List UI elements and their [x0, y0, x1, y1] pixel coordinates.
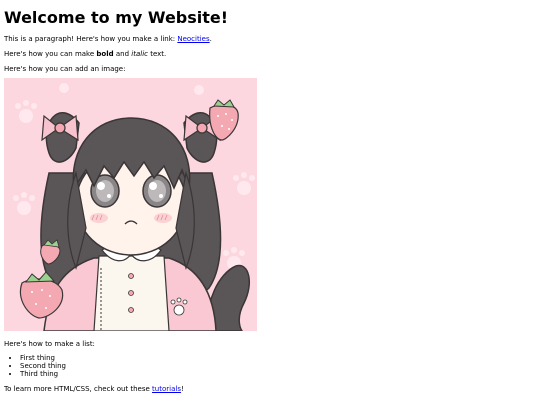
page-title: Welcome to my Website!	[4, 8, 229, 27]
bold-intro-text: Here's how you can make	[4, 50, 97, 58]
image-intro-paragraph: Here's how you can add an image:	[4, 65, 126, 73]
neocities-link[interactable]: Neocities	[177, 35, 209, 43]
list-item: Third thing	[20, 370, 534, 378]
page-content: Welcome to my Website! This is a paragra…	[4, 0, 534, 393]
learn-intro-text: To learn more HTML/CSS, check out these	[4, 385, 153, 393]
learn-more-paragraph: To learn more HTML/CSS, check out these …	[4, 385, 534, 393]
formatting-paragraph: Here's how you can make bold and italic …	[4, 50, 534, 58]
list-item: Second thing	[20, 362, 534, 370]
link-intro-text: This is a paragraph! Here's how you make…	[4, 35, 178, 43]
tutorials-link[interactable]: tutorials	[152, 385, 181, 393]
italic-end-text: text.	[147, 50, 167, 58]
list-intro-paragraph: Here's how to make a list:	[4, 340, 95, 348]
italic-text: italic	[131, 50, 148, 58]
bold-text: bold	[96, 50, 114, 58]
chibi-girl-image	[4, 78, 257, 331]
list-item: First thing	[20, 354, 534, 362]
link-end-text: .	[209, 35, 212, 43]
link-paragraph: This is a paragraph! Here's how you make…	[4, 35, 534, 43]
learn-end-text: !	[180, 385, 184, 393]
thing-list: First thing Second thing Third thing	[4, 354, 534, 378]
bold-mid-text: and	[113, 50, 132, 58]
